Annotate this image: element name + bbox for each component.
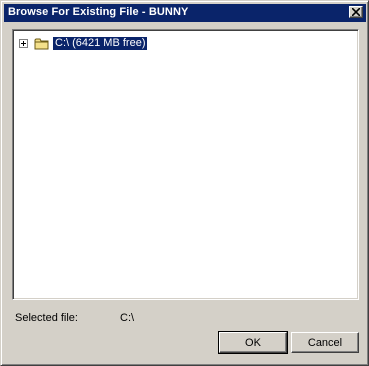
dialog-window: Browse For Existing File - BUNNY C:\ (64… <box>0 0 369 366</box>
expand-icon[interactable] <box>19 38 28 48</box>
selected-file-value: C:\ <box>120 312 135 324</box>
tree-node-drive-c[interactable]: C:\ (6421 MB free) <box>19 36 148 50</box>
ok-button[interactable]: OK <box>218 331 288 354</box>
cancel-button[interactable]: Cancel <box>291 332 359 353</box>
close-icon <box>352 8 360 16</box>
window-title: Browse For Existing File - BUNNY <box>8 6 189 18</box>
tree-node-label[interactable]: C:\ (6421 MB free) <box>53 36 148 50</box>
close-button[interactable] <box>349 6 363 18</box>
folder-tree[interactable]: C:\ (6421 MB free) <box>12 29 359 300</box>
cancel-button-label: Cancel <box>307 336 343 349</box>
folder-icon <box>34 38 49 49</box>
selected-file-label: Selected file: <box>15 312 78 324</box>
ok-button-label: OK <box>245 336 261 349</box>
title-bar[interactable]: Browse For Existing File - BUNNY <box>4 4 366 22</box>
